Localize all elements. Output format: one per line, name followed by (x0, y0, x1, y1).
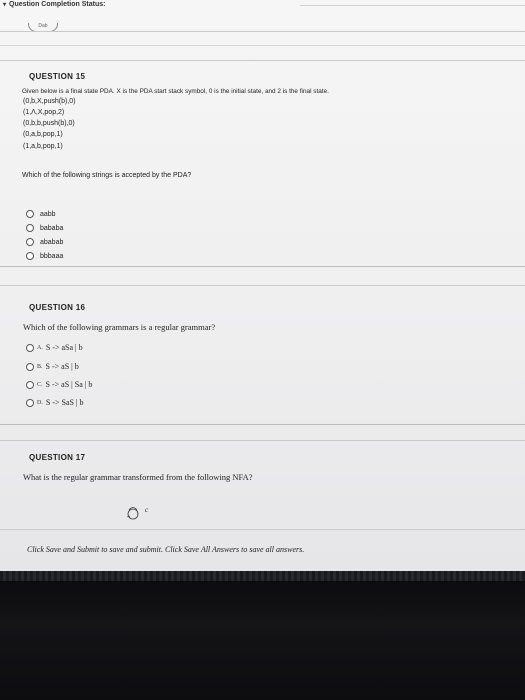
radio-button[interactable] (26, 238, 34, 246)
question-15-title: QUESTION 15 (29, 72, 86, 81)
divider (0, 45, 525, 46)
status-label: Question Completion Status: (9, 1, 106, 8)
answer-option[interactable]: ababab (26, 238, 63, 246)
chevron-down-icon: ▾ (3, 2, 7, 8)
divider (0, 60, 525, 61)
answer-option[interactable]: aabb (26, 210, 56, 218)
radio-button[interactable] (26, 343, 34, 352)
screen-bezel (0, 571, 525, 700)
taskbar-strip (0, 571, 525, 581)
option-letter: B. (37, 363, 43, 370)
quiz-screen: ▾ Question Completion Status: Dab QUESTIO… (0, 0, 525, 571)
divider (0, 440, 525, 441)
transition-1: (0,b,X,push(b),0) (23, 98, 76, 105)
answer-option[interactable]: B. S -> aS | b (26, 362, 79, 371)
radio-button[interactable] (26, 252, 34, 260)
divider (0, 285, 525, 286)
answer-option[interactable]: A. S -> aSa | b (26, 343, 83, 352)
radio-button[interactable] (26, 224, 34, 232)
radio-button[interactable] (26, 398, 34, 407)
top-divider (300, 5, 525, 6)
answer-option[interactable]: bababa (26, 224, 63, 232)
radio-button[interactable] (26, 210, 34, 218)
question-16-prompt: Which of the following grammars is a reg… (23, 322, 216, 332)
transition-3: (0,b,b,push(b),0) (23, 120, 75, 127)
transition-5: (1,a,b,pop,1) (23, 143, 63, 150)
option-label: S -> aSa | b (45, 343, 83, 352)
nfa-diagram (126, 507, 139, 520)
save-instructions: Click Save and Submit to save and submit… (27, 545, 305, 554)
option-label: S -> aS | Sa | b (45, 380, 93, 389)
question-15-intro: Given below is a final state PDA. X is t… (22, 88, 329, 95)
radio-button[interactable] (26, 362, 34, 371)
option-label: aabb (40, 210, 56, 218)
divider (0, 424, 525, 425)
question-17-prompt: What is the regular grammar transformed … (23, 472, 253, 482)
question-17-title: QUESTION 17 (29, 453, 86, 462)
question-completion-status[interactable]: ▾ Question Completion Status: (3, 1, 105, 8)
radio-button[interactable] (26, 380, 34, 389)
option-label: bababa (40, 224, 64, 232)
option-letter: C. (37, 381, 43, 388)
option-label: ababab (40, 238, 64, 246)
nfa-transition-label: c (145, 506, 149, 514)
question-16-title: QUESTION 16 (29, 303, 86, 312)
transition-4: (0,a,b,pop,1) (23, 131, 63, 138)
answer-option[interactable]: C. S -> aS | Sa | b (26, 380, 92, 389)
divider (0, 266, 525, 267)
answer-option[interactable]: D. S -> SaS | b (26, 398, 84, 407)
option-label: S -> aS | b (45, 362, 79, 371)
transition-2: (1,Λ,X,pop,2) (23, 109, 65, 116)
divider (0, 31, 525, 32)
option-label: bbbaaa (40, 252, 64, 260)
option-letter: D. (37, 399, 43, 406)
option-label: S -> SaS | b (45, 398, 84, 407)
answer-option[interactable]: bbbaaa (26, 252, 63, 260)
divider (0, 529, 525, 530)
option-letter: A. (37, 344, 43, 351)
question-15-prompt: Which of the following strings is accept… (22, 172, 192, 179)
